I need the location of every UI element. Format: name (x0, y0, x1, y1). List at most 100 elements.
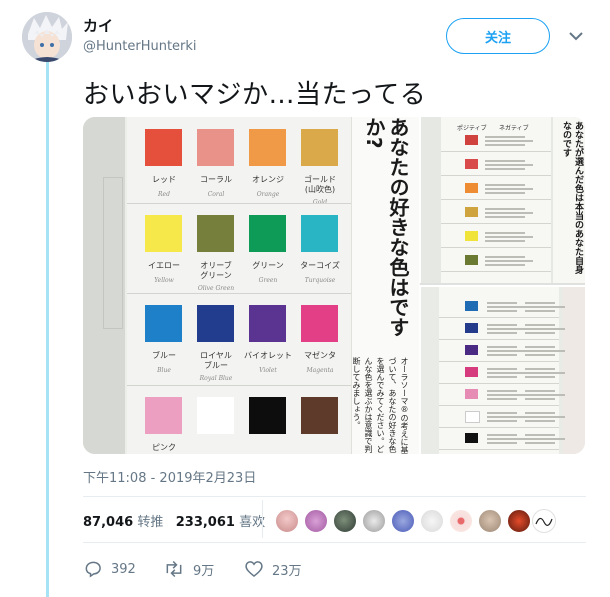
mini-text-line (485, 208, 525, 210)
mini-text-line (485, 168, 525, 170)
mini-text-line (525, 416, 565, 418)
mini-text-line (487, 324, 517, 326)
avatar[interactable] (22, 12, 72, 62)
likes-count[interactable]: 233,061 (176, 515, 235, 530)
mini-swatch (465, 159, 478, 169)
mini-swatch (465, 389, 478, 399)
liker-avatar-10[interactable] (532, 509, 556, 533)
tweet-media[interactable]: レッドRedコーラルCoralオレンジOrangeゴールド (山吹色)Goldイ… (83, 117, 585, 454)
mini-text-line (487, 390, 517, 392)
liker-avatar-9[interactable] (507, 509, 531, 533)
mini-text-line (525, 302, 555, 304)
mini-page-bottom (439, 287, 559, 454)
book-page-frame (103, 177, 123, 329)
mini-text-line (485, 260, 533, 262)
mini-header-positive: ポジティブ (457, 125, 487, 132)
chevron-down-icon[interactable] (566, 28, 586, 44)
mini-text-line (485, 188, 533, 190)
liker-avatar-3[interactable] (333, 509, 357, 533)
engagement-stats: 87,046 转推 233,061 喜欢 (83, 511, 265, 530)
color-swatch (301, 129, 338, 166)
mini-text-line (525, 354, 555, 356)
mini-row-divider (441, 175, 551, 176)
mini-text-line (525, 346, 555, 348)
mini-text-line (525, 390, 555, 392)
swatch-label: ロイヤル ブルー (200, 351, 232, 370)
swatch-english-label: Violet (259, 367, 277, 374)
swatch-label: ブルー (152, 351, 176, 360)
like-count: 23万 (272, 563, 302, 579)
user-handle[interactable]: @HunterHunterki (83, 39, 197, 54)
swatch-label: グリーン (252, 261, 284, 270)
color-swatch (145, 129, 182, 166)
mini-text-line (487, 328, 527, 330)
mini-header-negative: ネガティブ (499, 125, 529, 132)
swatch-label: マゼンタ (304, 351, 336, 360)
mini-text-line (487, 332, 517, 334)
mini-text-line (525, 442, 555, 444)
swatch-english-label: Royal Blue (199, 375, 233, 382)
mini-row-divider (441, 247, 551, 248)
swatch-english-label: Olive Green (197, 285, 235, 292)
media-photo-main: レッドRedコーラルCoralオレンジOrangeゴールド (山吹色)Goldイ… (83, 117, 420, 454)
mini-swatch (465, 183, 478, 193)
mini-text-line (485, 256, 525, 258)
swatch-label: ターコイズ (300, 261, 340, 270)
liker-avatar-5[interactable] (391, 509, 415, 533)
follow-button[interactable]: 关注 (446, 18, 550, 54)
mini-row-divider (439, 361, 559, 362)
mini-text-line (487, 438, 527, 440)
mini-row-divider (439, 383, 559, 384)
color-swatch (249, 305, 286, 342)
swatch-label: オレンジ (252, 175, 284, 184)
mini-text-line (525, 394, 565, 396)
swatch-row-divider (127, 293, 355, 294)
liker-avatar-7[interactable] (449, 509, 473, 533)
mini-row-divider (439, 405, 559, 406)
reply-action[interactable]: 392 (83, 557, 136, 581)
mini-swatch (465, 411, 480, 423)
liker-avatar-8[interactable] (478, 509, 502, 533)
liker-avatar-1[interactable] (275, 509, 299, 533)
mini-text-line (525, 368, 555, 370)
mini-text-line (485, 164, 533, 166)
heart-icon[interactable] (244, 559, 264, 579)
swatch-label: ゴールド (山吹色) (304, 175, 336, 194)
liker-avatar-2[interactable] (304, 509, 328, 533)
mini-text-line (487, 372, 527, 374)
liker-avatar-4[interactable] (362, 509, 386, 533)
color-swatch (301, 397, 338, 434)
color-swatch (249, 215, 286, 252)
mini-text-line (525, 310, 555, 312)
retweets-count[interactable]: 87,046 (83, 515, 133, 530)
mini-text-line (485, 140, 533, 142)
mini-text-line (525, 438, 565, 440)
mini-text-line (525, 372, 565, 374)
retweet-action[interactable]: 9万 (163, 557, 214, 581)
mini-swatch (465, 231, 478, 241)
swatch-english-label: Green (258, 277, 278, 284)
liker-avatar-6[interactable] (420, 509, 444, 533)
vertical-title: あなたの好きな色はですか? (362, 117, 410, 337)
avatar-image (22, 12, 72, 62)
mini-text-line (525, 332, 555, 334)
swatch-label: コーラル (200, 175, 232, 184)
retweet-icon[interactable] (163, 559, 185, 579)
tweet-timestamp[interactable]: 下午11:08 - 2019年2月23日 (83, 467, 256, 486)
mini-text-line (487, 398, 517, 400)
mini-text-line (485, 216, 525, 218)
color-swatch (301, 215, 338, 252)
mini-text-line (487, 310, 517, 312)
reply-icon[interactable] (83, 559, 103, 579)
divider-top (83, 496, 586, 497)
retweets-label[interactable]: 转推 (137, 515, 163, 530)
tweet-text: おいおいマジか…当たってる (83, 80, 427, 110)
like-action[interactable]: 23万 (244, 557, 302, 581)
divider-bottom (83, 542, 586, 543)
swatch-english-label: Orange (256, 191, 280, 198)
reply-count: 392 (111, 561, 136, 577)
mini-text-line (525, 328, 565, 330)
mini-text-line (487, 346, 517, 348)
display-name[interactable]: カイ (83, 15, 113, 36)
mini-swatch (465, 135, 478, 145)
